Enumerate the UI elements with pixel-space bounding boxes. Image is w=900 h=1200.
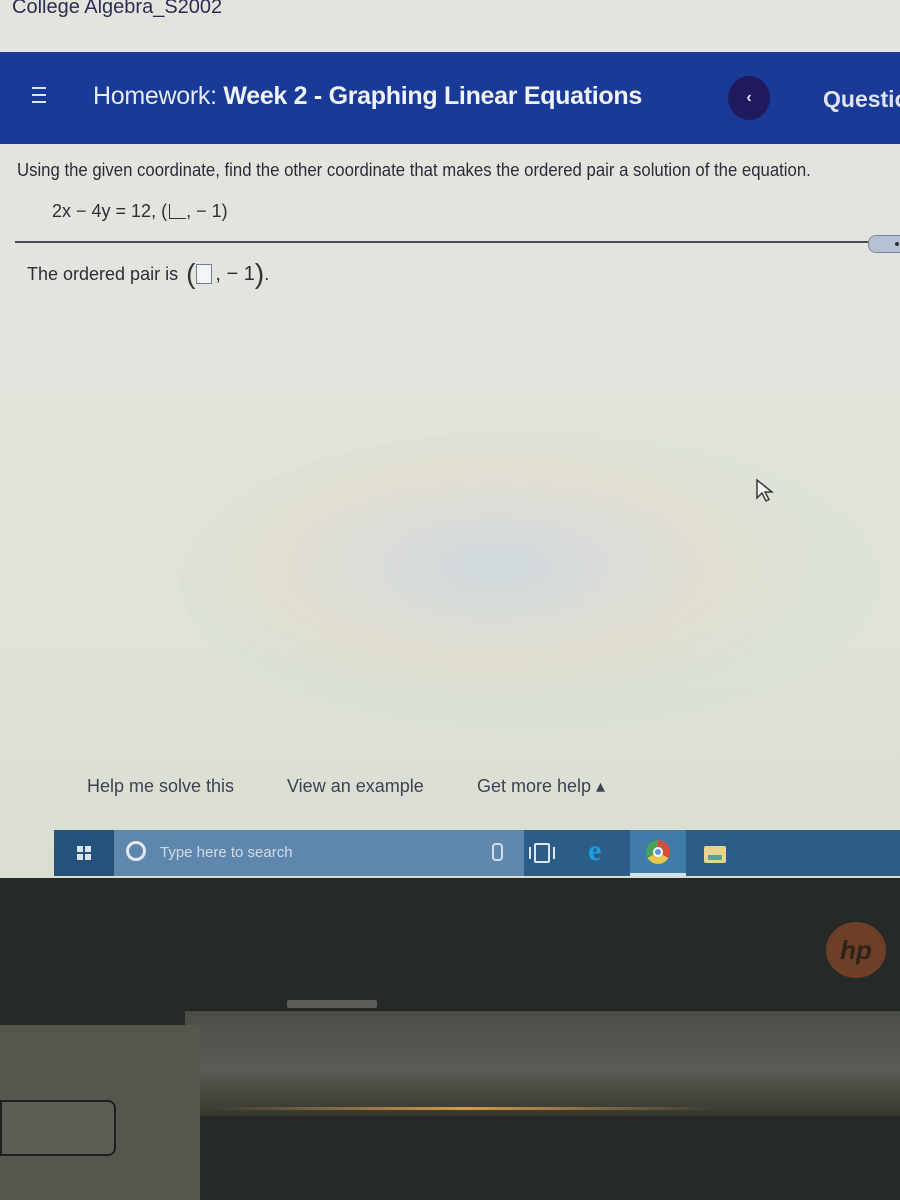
homework-prefix: Homework: — [93, 82, 217, 110]
course-bar: College Algebra_S2002 — [0, 0, 900, 52]
answer-prefix: The ordered pair is — [27, 263, 179, 284]
bezel-slot — [287, 1000, 377, 1008]
windows-logo-icon — [77, 846, 91, 860]
microphone-icon[interactable] — [492, 843, 503, 861]
screen-glare — [180, 430, 880, 730]
laptop-hinge — [185, 1010, 900, 1116]
answer-open-paren: ( — [186, 258, 196, 289]
power-button[interactable] — [0, 1100, 116, 1156]
course-title: College Algebra_S2002 — [12, 0, 223, 18]
help-me-solve-link[interactable]: Help me solve this — [87, 776, 234, 797]
hp-logo: hp — [826, 922, 886, 978]
answer-given-coordinate: , − 1 — [215, 262, 255, 285]
equation-text: 2x − 4y = 12, — [52, 201, 157, 221]
given-pair-open: ( — [161, 201, 168, 221]
cortana-icon — [126, 841, 146, 861]
given-pair-close: , − 1) — [186, 201, 228, 221]
homework-name: Week 2 - Graphing Linear Equations — [223, 82, 642, 110]
chrome-taskbar-button[interactable] — [630, 830, 686, 876]
search-placeholder: Type here to search — [160, 844, 293, 861]
question-label: Questio — [823, 86, 900, 112]
x-coordinate-input[interactable] — [196, 264, 213, 284]
windows-taskbar: Type here to search e — [54, 830, 900, 876]
question-instruction: Using the given coordinate, find the oth… — [17, 160, 811, 180]
get-more-help-link[interactable]: Get more help ▴ — [477, 776, 605, 797]
active-indicator — [630, 873, 686, 876]
view-example-link[interactable]: View an example — [287, 776, 424, 797]
file-explorer-icon[interactable] — [704, 846, 726, 863]
homework-title: Homework: Week 2 - Graphing Linear Equat… — [93, 82, 642, 111]
chevron-left-icon: ‹ — [746, 89, 752, 106]
hamburger-menu-icon[interactable] — [32, 87, 46, 103]
homework-header: Homework: Week 2 - Graphing Linear Equat… — [0, 52, 900, 144]
equation: 2x − 4y = 12, ( , − 1) — [52, 201, 228, 222]
expand-handle[interactable] — [868, 235, 900, 253]
answer-close-paren: ) — [254, 258, 265, 289]
taskbar-search[interactable]: Type here to search — [114, 830, 524, 876]
answer-period: . — [264, 263, 270, 284]
mouse-cursor-icon — [756, 478, 775, 503]
section-divider — [15, 241, 870, 243]
screen: College Algebra_S2002 Homework: Week 2 -… — [0, 0, 900, 878]
hinge-reflection — [215, 1107, 715, 1110]
answer-row: The ordered pair is ( , − 1 ) . — [27, 260, 269, 288]
edge-browser-icon[interactable]: e — [588, 836, 601, 866]
chrome-icon — [646, 840, 670, 864]
blank-placeholder — [169, 204, 187, 219]
start-button[interactable] — [54, 830, 114, 876]
task-view-icon[interactable] — [529, 843, 555, 863]
previous-question-button[interactable]: ‹ — [728, 76, 770, 120]
